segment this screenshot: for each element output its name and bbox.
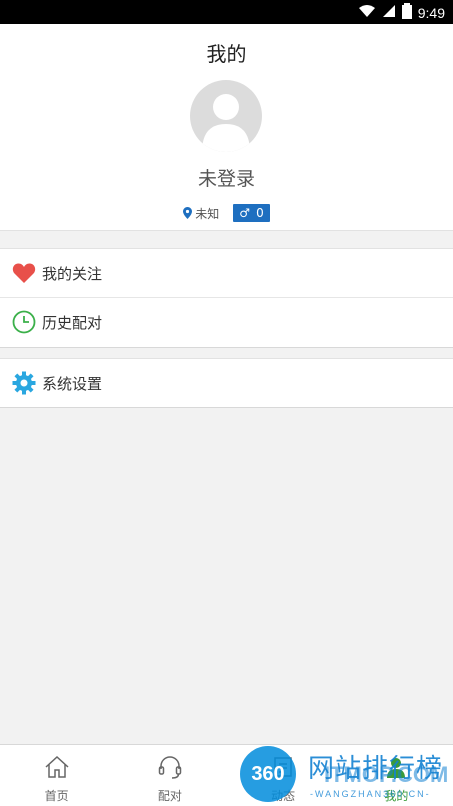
signal-icon xyxy=(382,4,396,21)
headset-icon xyxy=(156,753,184,781)
tab-mine[interactable]: 我的 xyxy=(340,745,453,806)
user-icon xyxy=(382,753,410,781)
tab-feed[interactable]: 动态 xyxy=(227,745,340,806)
tab-label: 配对 xyxy=(157,789,182,803)
profile-meta: 未知 ♂ 0 xyxy=(0,204,453,222)
tab-home[interactable]: 首页 xyxy=(0,745,113,806)
tab-label: 动态 xyxy=(271,789,296,803)
wifi-icon xyxy=(358,4,376,21)
default-avatar-icon xyxy=(202,94,250,152)
status-icons: 9:49 xyxy=(358,3,445,22)
menu-item-follow[interactable]: 我的关注 xyxy=(0,249,453,297)
menu-item-settings[interactable]: 系统设置 xyxy=(0,359,453,407)
location: 未知 xyxy=(183,205,219,222)
tab-match[interactable]: 配对 xyxy=(113,745,226,806)
tab-label: 我的 xyxy=(384,789,409,803)
gender-count: 0 xyxy=(256,206,264,220)
home-icon xyxy=(43,753,71,781)
tab-label: 首页 xyxy=(44,789,69,803)
profile-section: 我的 未登录 未知 ♂ 0 xyxy=(0,24,453,231)
battery-icon xyxy=(401,3,412,22)
clock-icon xyxy=(12,310,36,334)
feed-icon xyxy=(269,753,297,781)
heart-icon xyxy=(12,261,36,285)
menu-item-label: 系统设置 xyxy=(42,374,103,393)
menu-group-2: 系统设置 xyxy=(0,358,453,408)
location-label: 未知 xyxy=(195,206,220,221)
avatar[interactable] xyxy=(190,80,262,152)
menu-item-label: 我的关注 xyxy=(42,264,103,283)
status-time: 9:49 xyxy=(417,4,445,21)
menu-group-1: 我的关注 历史配对 xyxy=(0,248,453,348)
username[interactable]: 未登录 xyxy=(0,164,453,191)
bottom-nav: 首页 配对 动态 我的 xyxy=(0,744,453,806)
location-pin-icon xyxy=(183,207,193,219)
gender-badge: ♂ 0 xyxy=(233,204,270,222)
page-title: 我的 xyxy=(206,42,247,66)
male-icon: ♂ xyxy=(239,206,251,220)
status-bar: 9:49 xyxy=(0,0,453,24)
gear-icon xyxy=(12,371,36,395)
menu-item-label: 历史配对 xyxy=(42,313,103,332)
menu-item-history[interactable]: 历史配对 xyxy=(0,297,453,346)
